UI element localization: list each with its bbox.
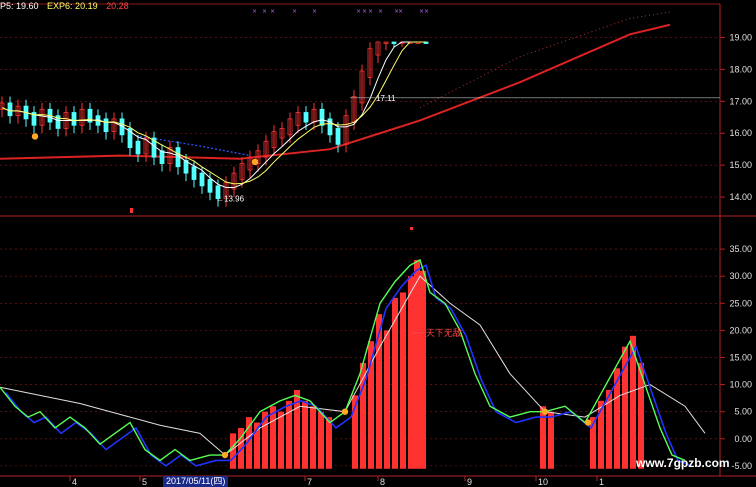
site-watermark: www.7gpzb.com <box>636 456 730 470</box>
osc-tick-label: -5.00 <box>731 461 752 471</box>
osc-signal-dot <box>221 451 229 459</box>
osc-tick-label: 25.00 <box>729 298 752 308</box>
signal-marker: × <box>378 8 383 15</box>
osc-bar <box>414 259 420 469</box>
oscillator-panel: ⟸ 天下无敌 <box>0 227 706 469</box>
osc-tick-label: 30.00 <box>729 271 752 281</box>
candle-body <box>391 41 397 44</box>
osc-signal-dot <box>341 408 349 415</box>
selected-date-label: 2017/05/11(四) <box>163 476 229 487</box>
signal-marker: × <box>262 8 267 15</box>
avg-dotted-line <box>139 135 251 157</box>
signal-marker: × <box>368 8 373 15</box>
price-signal-dot <box>251 158 259 166</box>
candle-body <box>135 140 141 155</box>
x-tick-label: 10 <box>538 477 548 487</box>
red-marker-osc <box>410 227 413 230</box>
indicator-legend: P5: 19.60 EXP6: 20.19 20.28 <box>0 1 135 11</box>
osc-tick-label: 35.00 <box>729 244 752 254</box>
x-tick-label: 1 <box>599 477 604 487</box>
price-panel: × × × × × × × × × ×× × ×17.11←13.96 <box>0 8 720 213</box>
osc-signal-dot <box>584 419 592 426</box>
price-tick-label: 19.00 <box>729 33 752 43</box>
legend-item-exp6: EXP6: 20.19 <box>47 1 98 11</box>
candle-body <box>7 102 13 117</box>
legend-item-p5: P5: 19.60 <box>0 1 39 11</box>
candle-body <box>319 108 325 126</box>
candle-body <box>103 118 109 133</box>
signal-marker: × <box>362 8 367 15</box>
stock-chart[interactable]: × × × × × × × × × ×× × ×17.11←13.96 ⟸ 天下无敌 19.0018.… <box>0 0 756 487</box>
level-price-label: 17.11 <box>376 94 396 103</box>
signal-marker: × <box>398 8 403 15</box>
candle-body <box>159 150 165 164</box>
candle-body <box>191 166 197 180</box>
price-tick-label: 15.00 <box>729 160 752 170</box>
price-tick-label: 14.00 <box>729 192 752 202</box>
signal-marker: × <box>252 8 257 15</box>
osc-bar <box>318 411 324 469</box>
osc-fast-line <box>0 258 686 462</box>
osc-bar <box>548 411 554 469</box>
x-tick-label: 8 <box>380 477 385 487</box>
candle-body <box>303 112 309 123</box>
red-marker <box>130 208 133 213</box>
osc-bar <box>384 330 390 469</box>
osc-bar <box>310 406 316 469</box>
signal-marker: × <box>356 8 361 15</box>
x-tick-label: 4 <box>72 477 77 487</box>
osc-tick-label: 20.00 <box>729 325 752 335</box>
price-signal-dot <box>31 133 39 140</box>
x-tick-label: 7 <box>307 477 312 487</box>
osc-tick-label: 0.00 <box>734 434 752 444</box>
osc-bar <box>376 314 382 469</box>
signal-annotation: ⟸ 天下无敌 <box>410 327 462 339</box>
price-tick-label: 18.00 <box>729 64 752 74</box>
osc-mid-line <box>5 264 692 467</box>
osc-tick-label: 5.00 <box>734 407 752 417</box>
candle-body <box>207 179 213 193</box>
ema-line <box>0 23 671 160</box>
x-tick-label: 9 <box>467 477 472 487</box>
osc-signal-dot <box>541 408 549 415</box>
price-tick-label: 16.00 <box>729 128 752 138</box>
price-tick-label: 17.00 <box>729 96 752 106</box>
osc-bar <box>326 417 332 469</box>
ema-dotted-line <box>419 11 671 109</box>
osc-bar <box>408 276 414 469</box>
signal-marker: × <box>270 8 275 15</box>
candle-body <box>199 172 205 187</box>
osc-tick-label: 15.00 <box>729 352 752 362</box>
candle-body <box>335 128 341 145</box>
low-price-label: ←13.96 <box>216 194 245 203</box>
osc-bar <box>270 406 276 469</box>
osc-bar <box>400 292 406 469</box>
osc-bar <box>540 406 546 469</box>
candle-body <box>71 112 77 126</box>
osc-bar <box>420 270 426 469</box>
osc-tick-label: 10.00 <box>729 380 752 390</box>
osc-bar <box>278 411 284 469</box>
osc-bar <box>302 400 308 469</box>
signal-marker: × <box>312 8 317 15</box>
legend-item-ema: 20.28 <box>106 1 129 11</box>
signal-marker: × <box>424 8 429 15</box>
signal-marker: × <box>292 8 297 15</box>
x-tick-label: 5 <box>142 477 147 487</box>
